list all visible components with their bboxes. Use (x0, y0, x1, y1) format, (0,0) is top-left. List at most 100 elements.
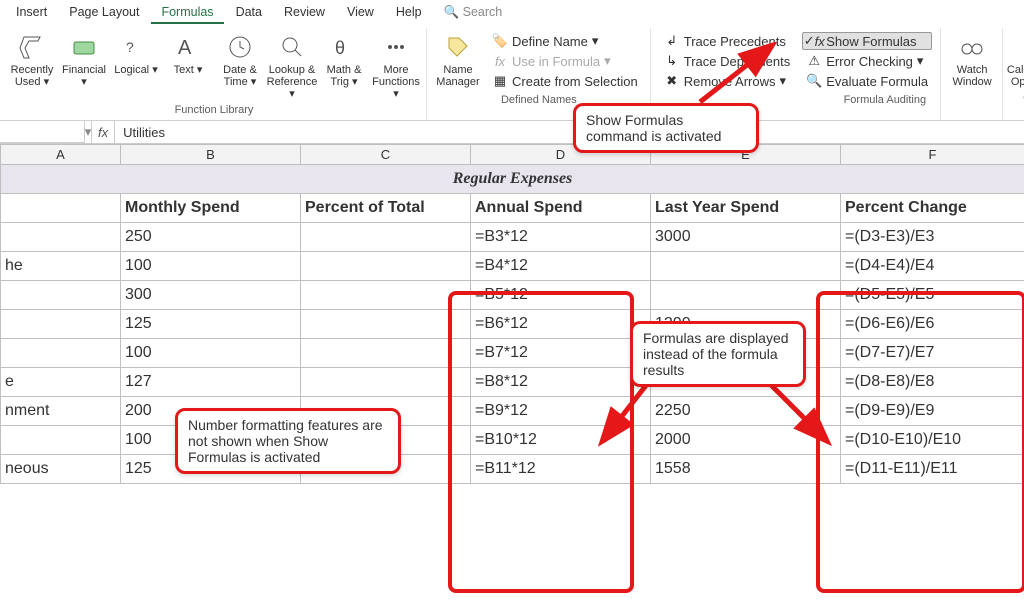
column-headers: A B C D E F (1, 145, 1024, 165)
table-row: 250 =B3*123000=(D3-E3)/E3 (1, 223, 1024, 252)
tab-page-layout[interactable]: Page Layout (59, 2, 149, 24)
group-label: Function Library (175, 102, 254, 118)
watch-window-button[interactable]: Watch Window (946, 30, 998, 90)
group-label: Defined Names (501, 92, 577, 108)
cell[interactable]: Annual Spend (471, 194, 651, 223)
fx-button[interactable]: fx (92, 121, 115, 143)
cell[interactable]: neous (1, 455, 121, 484)
ribbon: Recently Used ▾ Financial ▾ ? Logical ▾ … (0, 24, 1024, 121)
cell[interactable] (1, 281, 121, 310)
tab-view[interactable]: View (337, 2, 384, 24)
tab-data[interactable]: Data (226, 2, 272, 24)
cell[interactable] (301, 368, 471, 397)
formula-bar: ▾ fx Utilities (0, 121, 1024, 144)
grid-wrap: A B C D E F Regular Expenses Monthly Spe… (0, 144, 1024, 484)
col-header-f[interactable]: F (841, 145, 1024, 165)
callout-show-formulas: Show Formulas command is activated (573, 103, 759, 153)
recently-used-button[interactable]: Recently Used ▾ (6, 30, 58, 90)
cell[interactable]: 100 (121, 339, 301, 368)
logical-button[interactable]: ? Logical ▾ (110, 30, 162, 78)
name-box[interactable] (0, 121, 85, 143)
create-from-selection-button[interactable]: ▦Create from Selection (488, 72, 642, 90)
grid-icon: ▦ (492, 73, 508, 89)
logic-icon: ? (121, 32, 151, 62)
arrow-icon (690, 42, 790, 112)
cell[interactable] (1, 223, 121, 252)
tag-icon (443, 32, 473, 62)
col-header-a[interactable]: A (1, 145, 121, 165)
search-icon: 🔍 (444, 5, 460, 19)
cell[interactable]: Monthly Spend (121, 194, 301, 223)
fx-icon: ✓fx (806, 33, 822, 49)
text-button[interactable]: A Text ▾ (162, 30, 214, 78)
glasses-icon (957, 32, 987, 62)
cell[interactable]: Percent of Total (301, 194, 471, 223)
cell[interactable]: e (1, 368, 121, 397)
search-icon (277, 32, 307, 62)
text-icon: A (173, 32, 203, 62)
tab-formulas[interactable]: Formulas (151, 2, 223, 24)
ribbon-tabs: Insert Page Layout Formulas Data Review … (0, 0, 1024, 24)
cell[interactable] (301, 223, 471, 252)
cell[interactable] (651, 281, 841, 310)
cell[interactable]: Percent Change (841, 194, 1024, 223)
cell[interactable]: 125 (121, 310, 301, 339)
cell[interactable]: 127 (121, 368, 301, 397)
x-arrows-icon: ✖ (664, 73, 680, 89)
cell[interactable]: 3000 (651, 223, 841, 252)
evaluate-formula-button[interactable]: 🔍Evaluate Formula (802, 72, 932, 90)
col-header-c[interactable]: C (301, 145, 471, 165)
cell[interactable]: Last Year Spend (651, 194, 841, 223)
name-box-drop[interactable]: ▾ (85, 121, 92, 143)
header-row: Monthly Spend Percent of Total Annual Sp… (1, 194, 1024, 223)
cell[interactable]: 1558 (651, 455, 841, 484)
cell[interactable] (301, 281, 471, 310)
formula-value[interactable]: Utilities (115, 121, 1024, 143)
cell[interactable] (301, 339, 471, 368)
title-cell[interactable]: Regular Expenses (1, 165, 1024, 194)
group-watch-window: Watch Window (942, 28, 1003, 120)
financial-button[interactable]: Financial ▾ (58, 30, 110, 90)
cell[interactable] (301, 310, 471, 339)
cell[interactable] (1, 310, 121, 339)
name-manager-button[interactable]: Name Manager (432, 30, 484, 90)
cell[interactable]: =B3*12 (471, 223, 651, 252)
cell[interactable] (651, 252, 841, 281)
lookup-button[interactable]: Lookup & Reference ▾ (266, 30, 318, 102)
calculator-icon (1019, 32, 1024, 62)
tab-help[interactable]: Help (386, 2, 432, 24)
cell[interactable] (1, 426, 121, 455)
cell[interactable]: =B4*12 (471, 252, 651, 281)
group-calculation: Calculation Options ▾ Calc (1004, 28, 1024, 120)
magnify-icon: 🔍 (806, 73, 822, 89)
cell[interactable]: he (1, 252, 121, 281)
cell[interactable]: 100 (121, 252, 301, 281)
cell[interactable]: 300 (121, 281, 301, 310)
error-checking-button[interactable]: ⚠Error Checking ▾ (802, 52, 932, 70)
more-functions-button[interactable]: More Functions ▾ (370, 30, 422, 102)
cell[interactable]: nment (1, 397, 121, 426)
cell[interactable]: 250 (121, 223, 301, 252)
cell[interactable] (1, 194, 121, 223)
arrow-right-icon: ↳ (664, 53, 680, 69)
search-box[interactable]: 🔍 Search (434, 2, 513, 24)
tab-review[interactable]: Review (274, 2, 335, 24)
tab-insert[interactable]: Insert (6, 2, 57, 24)
math-trig-button[interactable]: θ Math & Trig ▾ (318, 30, 370, 90)
cell[interactable] (301, 252, 471, 281)
cell[interactable]: =(D3-E3)/E3 (841, 223, 1024, 252)
highlight-box-col-f (816, 291, 1024, 593)
cell[interactable] (1, 339, 121, 368)
define-name-button[interactable]: 🏷️Define Name ▾ (488, 32, 642, 50)
callout-formulas-displayed: Formulas are displayed instead of the fo… (630, 321, 806, 387)
col-header-b[interactable]: B (121, 145, 301, 165)
use-in-formula-button[interactable]: fxUse in Formula ▾ (488, 52, 642, 70)
svg-text:A: A (178, 37, 192, 59)
calculation-options-button[interactable]: Calculation Options ▾ (1008, 30, 1024, 90)
search-placeholder: Search (463, 5, 503, 19)
date-time-button[interactable]: Date & Time ▾ (214, 30, 266, 90)
cell[interactable]: =(D4-E4)/E4 (841, 252, 1024, 281)
show-formulas-button[interactable]: ✓fxShow Formulas (802, 32, 932, 50)
svg-text:?: ? (126, 39, 134, 55)
svg-text:θ: θ (335, 38, 345, 58)
